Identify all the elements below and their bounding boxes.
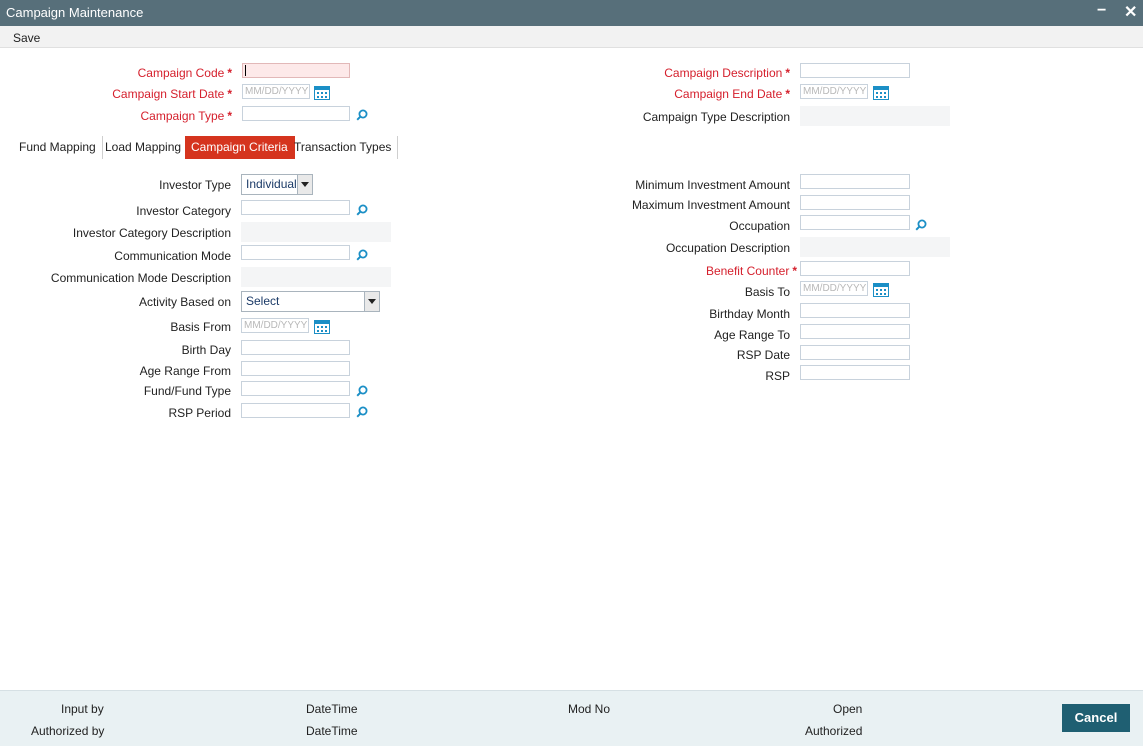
calendar-icon[interactable] — [873, 86, 889, 100]
minimum-investment-amount-input[interactable] — [800, 174, 910, 189]
investor-category-description-label: Investor Category Description — [72, 226, 231, 240]
campaign-type-label: Campaign Type * — [140, 109, 232, 123]
activity-based-on-label: Activity Based on — [138, 295, 231, 309]
age-range-from-label: Age Range From — [139, 364, 231, 378]
campaign-description-label: Campaign Description * — [664, 66, 790, 80]
rsp-period-label: RSP Period — [168, 406, 231, 420]
fund-type-input[interactable] — [241, 381, 350, 396]
tab-campaign-criteria[interactable]: Campaign Criteria — [185, 136, 295, 159]
campaign-start-date-label: Campaign Start Date * — [112, 87, 232, 101]
close-icon[interactable]: ✕ — [1124, 2, 1137, 22]
calendar-icon[interactable] — [314, 86, 330, 100]
activity-based-on-select[interactable]: Select — [241, 291, 380, 312]
investor-type-select[interactable]: Individual — [241, 174, 313, 195]
tab-load-mapping[interactable]: Load Mapping — [99, 136, 189, 159]
campaign-start-date-input[interactable]: MM/DD/YYYY — [242, 84, 310, 99]
age-range-to-input[interactable] — [800, 324, 910, 339]
campaign-end-date-label: Campaign End Date * — [674, 87, 790, 101]
authorized-by-label: Authorized by — [31, 724, 105, 738]
save-button[interactable]: Save — [13, 31, 40, 45]
calendar-icon[interactable] — [314, 320, 330, 334]
campaign-type-description-label: Campaign Type Description — [642, 110, 790, 124]
campaign-type-input[interactable] — [242, 106, 350, 121]
search-icon[interactable] — [356, 249, 368, 261]
campaign-description-input[interactable] — [800, 63, 910, 78]
input-by-label: Input by — [61, 702, 104, 716]
basis-from-input[interactable]: MM/DD/YYYY — [241, 318, 309, 333]
rsp-label: RSP — [765, 369, 790, 383]
birthday-month-label: Birthday Month — [709, 307, 790, 321]
birth-day-label: Birth Day — [181, 343, 231, 357]
calendar-icon[interactable] — [873, 283, 889, 297]
authorized-status-label: Authorized — [805, 724, 863, 738]
window-title: Campaign Maintenance — [6, 5, 144, 20]
maximum-investment-amount-label: Maximum Investment Amount — [631, 198, 790, 212]
birth-day-input[interactable] — [241, 340, 350, 355]
birthday-month-input[interactable] — [800, 303, 910, 318]
investor-category-description-value — [241, 222, 391, 242]
tab-fund-mapping[interactable]: Fund Mapping — [13, 136, 103, 159]
age-range-to-label: Age Range To — [714, 328, 790, 342]
basis-from-label: Basis From — [170, 320, 231, 334]
chevron-down-icon — [364, 292, 379, 311]
window-title-bar: Campaign Maintenance − ✕ — [0, 0, 1143, 26]
minimize-icon[interactable]: − — [1097, 2, 1106, 20]
age-range-from-input[interactable] — [241, 361, 350, 376]
basis-to-label: Basis To — [744, 285, 790, 299]
investor-type-label: Investor Type — [159, 178, 231, 192]
rsp-date-input[interactable] — [800, 345, 910, 360]
search-icon[interactable] — [356, 109, 368, 121]
occupation-input[interactable] — [800, 215, 910, 230]
rsp-period-input[interactable] — [241, 403, 350, 418]
investor-category-input[interactable] — [241, 200, 350, 215]
occupation-description-value — [800, 237, 950, 257]
communication-mode-label: Communication Mode — [114, 249, 231, 263]
campaign-type-description-value — [800, 106, 950, 126]
campaign-end-date-input[interactable]: MM/DD/YYYY — [800, 84, 868, 99]
occupation-label: Occupation — [729, 219, 790, 233]
chevron-down-icon — [297, 175, 312, 194]
tab-transaction-types[interactable]: Transaction Types — [288, 136, 399, 159]
fund-type-label: Fund/Fund Type — [143, 384, 231, 398]
search-icon[interactable] — [356, 204, 368, 216]
communication-mode-description-value — [241, 267, 391, 287]
communication-mode-description-label: Communication Mode Description — [50, 271, 231, 285]
rsp-input[interactable] — [800, 365, 910, 380]
basis-to-input[interactable]: MM/DD/YYYY — [800, 281, 868, 296]
minimum-investment-amount-label: Minimum Investment Amount — [635, 178, 790, 192]
benefit-counter-input[interactable] — [800, 261, 910, 276]
campaign-code-label: Campaign Code * — [137, 66, 232, 80]
maximum-investment-amount-input[interactable] — [800, 195, 910, 210]
authorized-datetime-label: DateTime — [306, 724, 358, 738]
rsp-date-label: RSP Date — [736, 348, 790, 362]
campaign-code-input[interactable] — [242, 63, 350, 78]
mod-no-label: Mod No — [568, 702, 611, 716]
communication-mode-input[interactable] — [241, 245, 350, 260]
search-icon[interactable] — [915, 219, 927, 231]
input-datetime-label: DateTime — [306, 702, 358, 716]
open-status-label: Open — [833, 702, 863, 716]
benefit-counter-label: Benefit Counter * — [705, 264, 797, 278]
occupation-description-label: Occupation Description — [665, 241, 790, 255]
cancel-button[interactable]: Cancel — [1062, 704, 1130, 732]
search-icon[interactable] — [356, 406, 368, 418]
search-icon[interactable] — [356, 385, 368, 397]
menu-bar: Save — [0, 26, 1143, 48]
audit-footer: Input by Authorized by DateTime DateTime… — [0, 690, 1143, 746]
investor-category-label: Investor Category — [136, 204, 231, 218]
